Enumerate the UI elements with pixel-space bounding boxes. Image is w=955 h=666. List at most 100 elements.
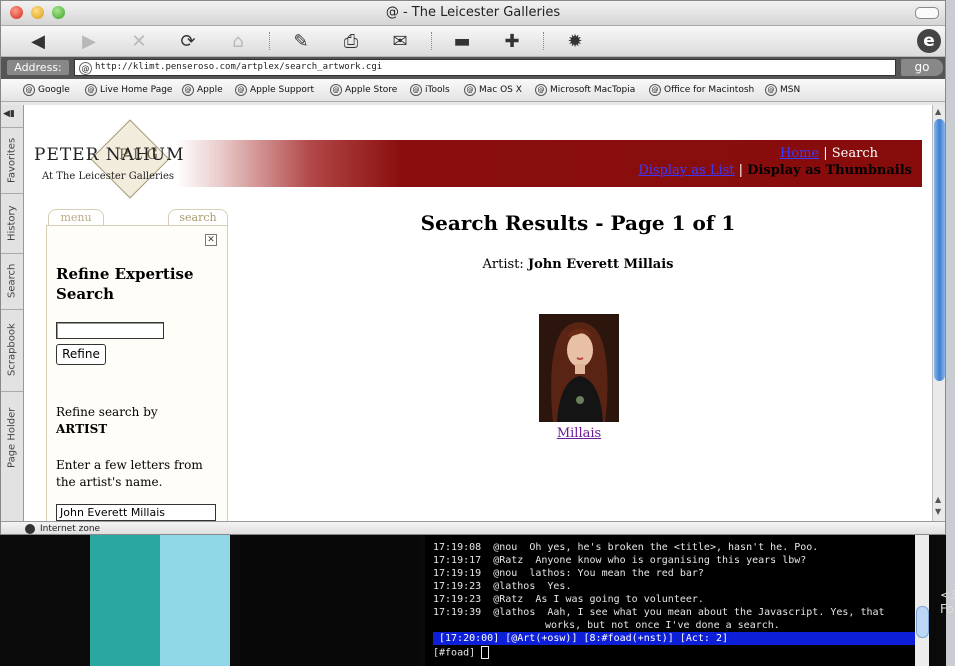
tab-scrapbook[interactable]: Scrapbook <box>1 309 23 390</box>
favorite-at-icon: @ <box>330 84 342 96</box>
panel-body: ✕ Refine Expertise Search Refine Refine … <box>46 225 228 521</box>
desktop-shape <box>160 530 230 666</box>
home-button[interactable]: ⌂ <box>225 29 251 53</box>
mail-icon: ✉ <box>392 30 408 52</box>
mail-button[interactable]: ✉ <box>387 29 413 53</box>
terminal-line: works, but not once I've done a search. <box>545 620 780 631</box>
terminal-prompt-label: [#foad] <box>433 647 482 659</box>
scroll-up-icon[interactable]: ▲ <box>935 107 941 116</box>
tab-search-panel[interactable]: search <box>168 209 228 226</box>
desktop-side-label: <3 Fo <box>940 588 955 616</box>
toolbar-toggle-button[interactable] <box>915 7 939 19</box>
cursor-icon <box>481 646 490 659</box>
explorer-tab-label: Page Holder <box>6 407 18 469</box>
favorite-link[interactable]: @ Apple Store <box>330 84 397 96</box>
toolbar-separator <box>269 32 271 50</box>
stop-icon: ✕ <box>131 30 147 52</box>
favorite-link[interactable]: @ Live Home Page <box>85 84 172 96</box>
artist-name-input[interactable]: John Everett Millais <box>56 504 216 521</box>
terminal-scroll-thumb[interactable] <box>916 606 929 638</box>
stop-button[interactable]: ✕ <box>126 29 152 53</box>
favorite-link[interactable]: @ Apple Support <box>235 84 314 96</box>
terminal-prompt[interactable]: [#foad] <box>433 646 490 660</box>
explorer-toggle-icon[interactable]: ◀▮ <box>3 109 20 121</box>
explorer-tab-label: Favorites <box>6 137 18 183</box>
status-bar: Internet zone <box>1 521 945 534</box>
toolbar-separator <box>431 32 433 50</box>
go-label: go <box>914 60 930 74</box>
display-as-list-link[interactable]: Display as List <box>638 163 734 178</box>
tab-history[interactable]: History <box>1 193 23 252</box>
autofill-button[interactable]: ✎ <box>288 29 314 53</box>
terminal-line: 17:19:23 @Ratz As I was going to volunte… <box>433 594 704 605</box>
favorite-label: iTools <box>425 85 450 95</box>
status-text: Internet zone <box>40 524 101 534</box>
favorite-label: Apple Support <box>250 85 315 95</box>
text-smaller-button[interactable]: ▬ <box>449 29 475 53</box>
favorite-label: MSN <box>780 85 801 95</box>
print-button[interactable]: ⎙ <box>338 29 364 53</box>
scroll-up-icon[interactable]: ▲ <box>935 495 941 504</box>
tab-favorites[interactable]: Favorites <box>1 127 23 192</box>
page-at-icon: @ <box>79 62 92 75</box>
favorite-label: Mac OS X <box>479 85 522 95</box>
logo-name: PETER NAHUM <box>34 145 185 165</box>
irc-terminal[interactable]: 17:19:08 @nou Oh yes, he's broken the <t… <box>425 528 917 666</box>
refine-search-input[interactable] <box>56 322 164 339</box>
results-artist: Artist: John Everett Millais <box>264 257 892 272</box>
go-button[interactable]: go <box>901 59 943 76</box>
favorite-link[interactable]: @ iTools <box>410 84 450 96</box>
tab-menu[interactable]: menu <box>48 209 104 226</box>
page-scrollbar[interactable]: ▲ ▲ ▼ <box>932 105 945 521</box>
print-icon: ⎙ <box>343 30 359 52</box>
portrait-image <box>539 314 619 422</box>
terminal-scrollbar[interactable] <box>915 528 929 666</box>
address-bar: Address: @ http://klimt.penseroso.com/ar… <box>1 57 945 79</box>
favorite-at-icon: @ <box>23 84 35 96</box>
favorite-link[interactable]: @ Microsoft MacTopia <box>535 84 635 96</box>
favorite-link[interactable]: @ Office for Macintosh <box>649 84 754 96</box>
title-bar[interactable]: @ - The Leicester Galleries <box>1 1 945 26</box>
refine-by-text: Refine search by ARTIST <box>56 404 216 438</box>
autofill-icon: ✎ <box>293 30 309 52</box>
scroll-thumb[interactable] <box>934 119 945 381</box>
artwork-thumbnail[interactable] <box>539 314 619 422</box>
forward-button[interactable]: ▶ <box>76 29 102 53</box>
refresh-button[interactable]: ⟳ <box>175 29 201 53</box>
explorer-bar: ◀▮ Favorites History Search Scrapbook Pa… <box>1 105 24 521</box>
scroll-down-icon[interactable]: ▼ <box>935 507 941 516</box>
close-icon[interactable]: ✕ <box>205 234 217 246</box>
favorite-link[interactable]: @ Apple <box>182 84 223 96</box>
favorite-link[interactable]: @ MSN <box>765 84 800 96</box>
address-url: http://klimt.penseroso.com/artplex/searc… <box>95 62 383 72</box>
desktop-shape <box>240 530 420 666</box>
favorite-at-icon: @ <box>85 84 97 96</box>
address-input[interactable]: @ http://klimt.penseroso.com/artplex/sea… <box>74 59 896 76</box>
favorite-at-icon: @ <box>235 84 247 96</box>
display-as-thumbnails-current: Display as Thumbnails <box>747 163 912 178</box>
tab-page-holder[interactable]: Page Holder <box>1 391 23 484</box>
tab-search[interactable]: Search <box>1 253 23 308</box>
favorite-at-icon: @ <box>649 84 661 96</box>
tab-search-label: search <box>179 211 217 224</box>
preferences-button[interactable]: ✹ <box>562 29 588 53</box>
favorite-at-icon: @ <box>464 84 476 96</box>
favorite-label: Microsoft MacTopia <box>550 85 636 95</box>
internet-explorer-logo-icon[interactable]: e <box>917 29 941 53</box>
thumbnail-caption-link[interactable]: Millais <box>539 426 619 441</box>
favorite-at-icon: @ <box>535 84 547 96</box>
text-larger-button[interactable]: ✚ <box>499 29 525 53</box>
refine-button[interactable]: Refine <box>56 344 106 365</box>
home-link[interactable]: Home <box>780 146 819 161</box>
text-smaller-icon: ▬ <box>453 30 471 52</box>
browser-window: @ - The Leicester Galleries ◀ ▶ ✕ ⟳ ⌂ ✎ … <box>0 0 946 535</box>
favorite-link[interactable]: @ Google <box>23 84 70 96</box>
internet-zone-icon <box>25 524 35 534</box>
window-title: @ - The Leicester Galleries <box>385 5 561 20</box>
favorite-label: Office for Macintosh <box>664 85 755 95</box>
favorite-link[interactable]: @ Mac OS X <box>464 84 522 96</box>
site-header: P L G PETER NAHUM At The Leicester Galle… <box>24 119 922 205</box>
home-icon: ⌂ <box>232 30 244 52</box>
back-button[interactable]: ◀ <box>25 29 51 53</box>
refine-by-field: ARTIST <box>56 422 108 436</box>
